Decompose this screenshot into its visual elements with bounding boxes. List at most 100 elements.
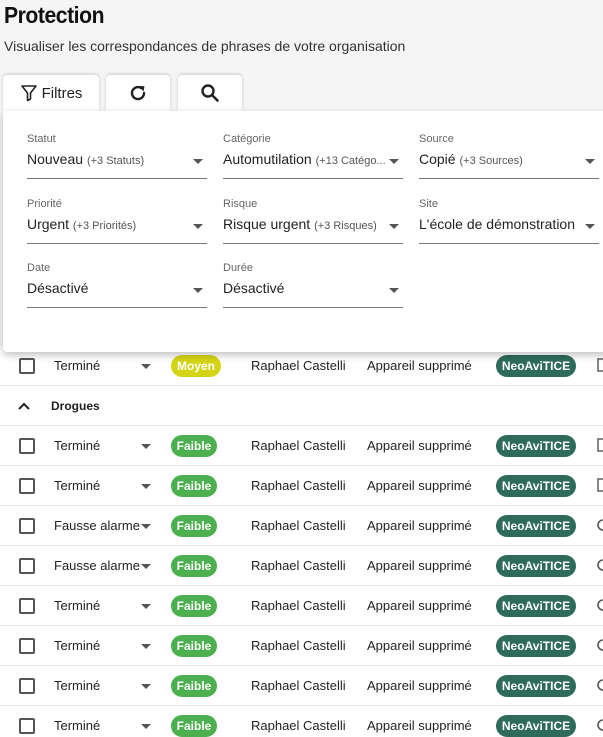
globe-icon[interactable] bbox=[597, 638, 603, 652]
level-badge: Faible bbox=[171, 555, 217, 577]
site-badge: NeoAviTICE bbox=[496, 635, 576, 657]
status-dropdown-icon[interactable] bbox=[141, 684, 151, 689]
filter-value: Urgent bbox=[27, 216, 70, 232]
filter-statut[interactable]: Statut Nouveau (+3 Statuts) bbox=[27, 133, 207, 179]
filter-value: Désactivé bbox=[223, 280, 285, 296]
filter-extra: (+3 Priorités) bbox=[72, 220, 137, 232]
group-header[interactable]: Drogues bbox=[0, 386, 603, 426]
row-checkbox[interactable] bbox=[19, 478, 35, 494]
globe-icon[interactable] bbox=[597, 518, 603, 532]
row-status: Terminé bbox=[54, 678, 101, 693]
alerts-table: Terminé Moyen Raphael Castelli Appareil … bbox=[0, 346, 603, 737]
row-user: Raphael Castelli bbox=[251, 638, 346, 653]
row-user: Raphael Castelli bbox=[251, 478, 346, 493]
filter-extra: (+3 Sources) bbox=[459, 155, 523, 167]
table-row[interactable]: Terminé Faible Raphael Castelli Appareil su… bbox=[0, 426, 603, 466]
filter-label: Priorité bbox=[27, 198, 62, 210]
status-dropdown-icon[interactable] bbox=[141, 724, 151, 729]
filter-extra: (+3 Risques) bbox=[314, 220, 377, 232]
search-button[interactable] bbox=[178, 75, 242, 111]
screenshot-icon[interactable] bbox=[597, 358, 603, 372]
filter-extra: (+13 Catégo... bbox=[315, 155, 386, 167]
site-badge: NeoAviTICE bbox=[496, 435, 576, 457]
refresh-icon bbox=[130, 85, 146, 101]
row-device: Appareil supprimé bbox=[367, 478, 472, 493]
row-status: Fausse alarme bbox=[54, 558, 140, 573]
filter-label: Source bbox=[419, 133, 454, 145]
row-checkbox[interactable] bbox=[19, 598, 35, 614]
chevron-down-icon bbox=[193, 159, 203, 164]
table-row[interactable]: Fausse alarme Faible Raphael Castelli Appar… bbox=[0, 506, 603, 546]
chevron-down-icon bbox=[389, 288, 399, 293]
refresh-button[interactable] bbox=[106, 75, 170, 111]
table-row[interactable]: Fausse alarme Faible Raphael Castelli Appar… bbox=[0, 546, 603, 586]
level-badge: Faible bbox=[171, 635, 217, 657]
filter-value: Nouveau bbox=[27, 151, 84, 167]
site-badge: NeoAviTICE bbox=[496, 715, 576, 737]
status-dropdown-icon[interactable] bbox=[141, 564, 151, 569]
row-status: Terminé bbox=[54, 638, 101, 653]
filter-categorie[interactable]: Catégorie Automutilation (+13 Catégo... bbox=[223, 133, 403, 179]
level-badge: Faible bbox=[171, 715, 217, 737]
row-status: Terminé bbox=[54, 598, 101, 613]
row-device: Appareil supprimé bbox=[367, 438, 472, 453]
row-checkbox[interactable] bbox=[19, 718, 35, 734]
site-badge: NeoAviTICE bbox=[496, 555, 576, 577]
row-user: Raphael Castelli bbox=[251, 518, 346, 533]
status-dropdown-icon[interactable] bbox=[141, 604, 151, 609]
row-device: Appareil supprimé bbox=[367, 718, 472, 733]
row-checkbox[interactable] bbox=[19, 518, 35, 534]
table-row[interactable]: Terminé Faible Raphael Castelli Appareil su… bbox=[0, 626, 603, 666]
status-dropdown-icon[interactable] bbox=[141, 444, 151, 449]
table-row[interactable]: Terminé Faible Raphael Castelli Appareil su… bbox=[0, 666, 603, 706]
table-row[interactable]: Terminé Moyen Raphael Castelli Appareil … bbox=[0, 346, 603, 386]
chevron-down-icon bbox=[585, 224, 595, 229]
row-status: Terminé bbox=[54, 438, 101, 453]
filter-risque[interactable]: Risque Risque urgent (+3 Risques) bbox=[223, 198, 403, 244]
globe-icon[interactable] bbox=[597, 558, 603, 572]
filter-value: Copié bbox=[419, 151, 456, 167]
screenshot-icon[interactable] bbox=[597, 438, 603, 452]
row-checkbox[interactable] bbox=[19, 438, 35, 454]
filter-label: Date bbox=[27, 262, 51, 274]
filter-date[interactable]: Date Désactivé bbox=[27, 262, 207, 308]
filter-priorite[interactable]: Priorité Urgent (+3 Priorités) bbox=[27, 198, 207, 244]
filter-label: Site bbox=[419, 198, 438, 210]
filter-value: Désactivé bbox=[27, 280, 89, 296]
chevron-up-icon[interactable] bbox=[17, 399, 31, 413]
row-device: Appareil supprimé bbox=[367, 558, 472, 573]
table-row[interactable]: Terminé Faible Raphael Castelli Appareil su… bbox=[0, 706, 603, 737]
filter-extra: (+3 Statuts) bbox=[86, 155, 145, 167]
row-checkbox[interactable] bbox=[19, 638, 35, 654]
row-checkbox[interactable] bbox=[19, 558, 35, 574]
globe-icon[interactable] bbox=[597, 678, 603, 692]
filter-label: Durée bbox=[223, 262, 253, 274]
row-checkbox[interactable] bbox=[19, 678, 35, 694]
row-device: Appareil supprimé bbox=[367, 598, 472, 613]
table-row[interactable]: Terminé Faible Raphael Castelli Appareil su… bbox=[0, 586, 603, 626]
row-device: Appareil supprimé bbox=[367, 518, 472, 533]
row-user: Raphael Castelli bbox=[251, 358, 346, 373]
filter-site[interactable]: Site L'école de démonstration bbox=[419, 198, 599, 244]
row-device: Appareil supprimé bbox=[367, 358, 472, 373]
globe-icon[interactable] bbox=[597, 718, 603, 732]
table-row[interactable]: Terminé Faible Raphael Castelli Appareil su… bbox=[0, 466, 603, 506]
status-dropdown-icon[interactable] bbox=[141, 524, 151, 529]
chevron-down-icon bbox=[193, 224, 203, 229]
filters-button[interactable]: Filtres bbox=[3, 75, 99, 111]
row-checkbox[interactable] bbox=[19, 358, 35, 374]
status-dropdown-icon[interactable] bbox=[141, 644, 151, 649]
site-badge: NeoAviTICE bbox=[496, 515, 576, 537]
globe-icon[interactable] bbox=[597, 598, 603, 612]
screenshot-icon[interactable] bbox=[597, 478, 603, 492]
status-dropdown-icon[interactable] bbox=[141, 364, 151, 369]
search-icon bbox=[201, 84, 219, 102]
filter-duree[interactable]: Durée Désactivé bbox=[223, 262, 403, 308]
row-user: Raphael Castelli bbox=[251, 718, 346, 733]
row-device: Appareil supprimé bbox=[367, 638, 472, 653]
status-dropdown-icon[interactable] bbox=[141, 484, 151, 489]
row-user: Raphael Castelli bbox=[251, 598, 346, 613]
level-badge: Moyen bbox=[171, 355, 221, 377]
row-user: Raphael Castelli bbox=[251, 678, 346, 693]
filter-source[interactable]: Source Copié (+3 Sources) bbox=[419, 133, 599, 179]
